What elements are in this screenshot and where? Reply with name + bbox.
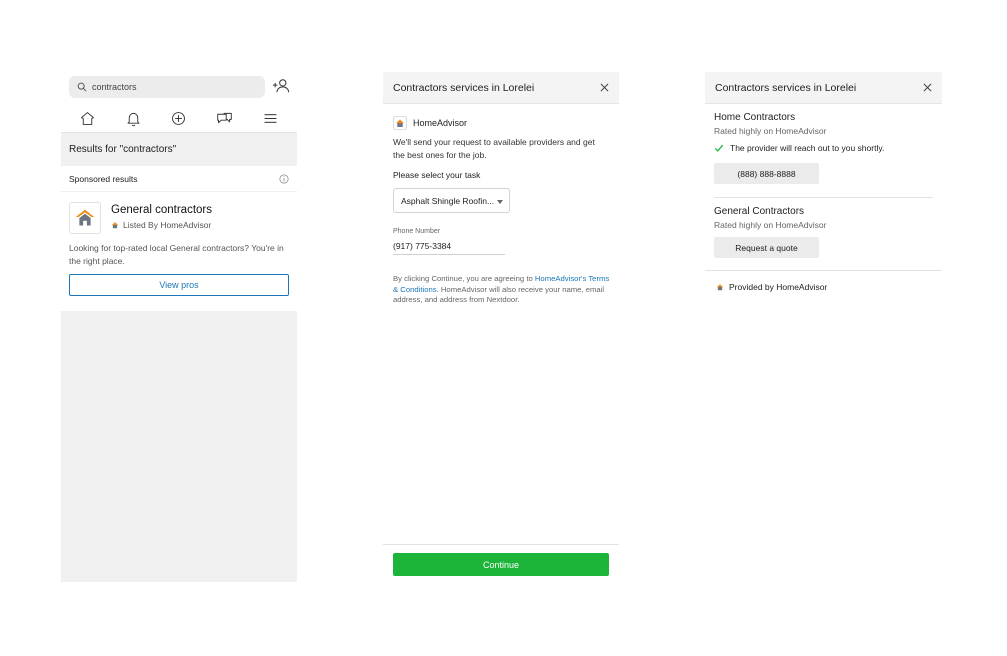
request-description: We'll send your request to available pro… [393, 137, 595, 160]
sponsored-label: Sponsored results [69, 173, 138, 184]
modal-header: Contractors services in Lorelei [383, 72, 619, 104]
search-results-screen: contractors Results for "contractors" Sp… [61, 70, 297, 582]
top-bar: contractors [61, 70, 297, 132]
modal-title: Contractors services in Lorelei [715, 81, 857, 94]
task-label: Please select your task [393, 170, 481, 180]
close-icon[interactable] [923, 83, 932, 92]
homeadvisor-house-icon [396, 119, 404, 127]
phone-field[interactable]: (917) 775-3384 [393, 241, 505, 255]
divider [714, 197, 933, 198]
bell-icon[interactable] [125, 110, 142, 127]
provider-rating: Rated highly on HomeAdvisor [714, 220, 827, 230]
call-provider-button[interactable]: (888) 888-8888 [714, 163, 819, 184]
divider [705, 270, 942, 271]
provided-by-text: Provided by HomeAdvisor [729, 282, 828, 292]
provider-name: Home Contractors [714, 112, 796, 123]
task-select[interactable]: Asphalt Shingle Roofin... [393, 188, 510, 213]
sponsored-card: Sponsored results General contractors Li… [61, 166, 297, 311]
provider-name: General Contractors [714, 206, 805, 217]
provider-status-text: The provider will reach out to you short… [730, 143, 885, 153]
listing-title[interactable]: General contractors [111, 204, 212, 216]
chat-icon[interactable] [216, 110, 233, 127]
results-heading: Results for "contractors" [61, 132, 297, 166]
provider-status: The provider will reach out to you short… [714, 143, 884, 153]
homeadvisor-mini-icon [716, 284, 724, 291]
brand-name: HomeAdvisor [413, 118, 468, 128]
listing-description: Looking for top-rated local General cont… [69, 243, 284, 266]
plus-circle-icon[interactable] [170, 110, 187, 127]
legal-text: By clicking Continue, you are agreeing t… [393, 274, 611, 306]
homeadvisor-logo [393, 116, 407, 130]
chevron-down-icon [497, 200, 503, 204]
view-pros-button[interactable]: View pros [69, 274, 289, 296]
sponsored-header: Sponsored results [61, 166, 297, 192]
home-icon[interactable] [79, 110, 96, 127]
legal-prefix: By clicking Continue, you are agreeing t… [393, 274, 535, 283]
listed-by: Listed By HomeAdvisor [111, 220, 211, 230]
search-input[interactable]: contractors [69, 76, 265, 98]
close-icon[interactable] [600, 83, 609, 92]
brand-row: HomeAdvisor [393, 116, 467, 130]
continue-button[interactable]: Continue [393, 553, 609, 576]
provided-by: Provided by HomeAdvisor [716, 282, 827, 292]
phone-label: Phone Number [393, 228, 441, 235]
homeadvisor-mini-icon [111, 222, 119, 229]
listed-by-text: Listed By HomeAdvisor [123, 220, 212, 230]
request-form-screen: Contractors services in Lorelei HomeAdvi… [383, 72, 619, 584]
request-quote-button[interactable]: Request a quote [714, 237, 819, 258]
check-icon [714, 144, 724, 152]
info-icon[interactable] [279, 173, 289, 184]
modal-footer: Continue [383, 544, 619, 584]
provider-rating: Rated highly on HomeAdvisor [714, 126, 827, 136]
homeadvisor-house-icon [75, 209, 95, 226]
homeadvisor-logo [69, 202, 101, 234]
modal-title: Contractors services in Lorelei [393, 81, 535, 94]
add-user-icon[interactable] [272, 77, 290, 95]
menu-icon[interactable] [262, 110, 279, 127]
search-icon [77, 82, 87, 92]
search-value: contractors [92, 82, 137, 92]
bottom-nav [61, 106, 297, 130]
modal-header: Contractors services in Lorelei [705, 72, 942, 104]
providers-screen: Contractors services in Lorelei Home Con… [705, 72, 942, 584]
task-value: Asphalt Shingle Roofin... [401, 195, 495, 206]
